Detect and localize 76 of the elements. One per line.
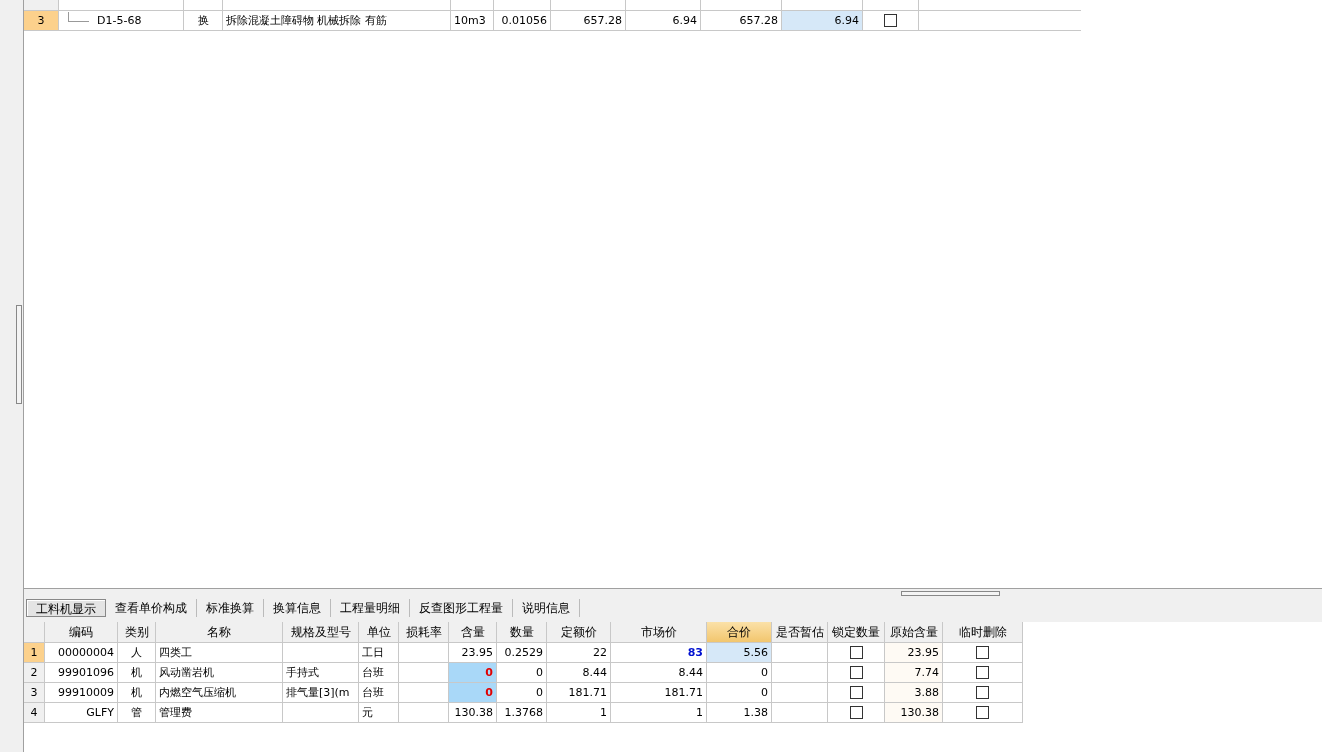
tab[interactable]: 工程量明细 xyxy=(331,599,410,617)
table-cell: 0 xyxy=(536,666,543,679)
row-number: 2 xyxy=(24,663,45,682)
table-cell: GLFY xyxy=(86,706,114,719)
table-cell: 1.38 xyxy=(743,706,768,719)
table-cell: 23.95 xyxy=(907,646,939,659)
table-cell: 1.3768 xyxy=(504,706,543,719)
row-number: 3 xyxy=(24,11,59,30)
checkbox[interactable] xyxy=(976,646,989,659)
table-cell: 人 xyxy=(131,645,142,660)
splitter-handle[interactable] xyxy=(901,591,1000,596)
table-cell: 10m3 xyxy=(454,14,486,27)
table-cell: 6.94 xyxy=(672,14,697,27)
table-cell: 3.88 xyxy=(914,686,939,699)
table-cell: 0 xyxy=(485,666,493,679)
table-cell: D1-5-68 xyxy=(97,14,142,27)
table-cell: 181.71 xyxy=(664,686,703,699)
checkbox[interactable] xyxy=(976,706,989,719)
table-cell: 6.94 xyxy=(834,14,859,27)
table-cell: 130.38 xyxy=(900,706,939,719)
table-cell: 0.2529 xyxy=(504,646,543,659)
table-cell: 换 xyxy=(197,13,209,28)
tree-line xyxy=(68,11,89,22)
checkbox[interactable] xyxy=(849,646,863,659)
table-cell: 22 xyxy=(593,646,607,659)
table-cell: 00000004 xyxy=(58,646,114,659)
tab[interactable]: 说明信息 xyxy=(513,599,580,617)
row-number: 3 xyxy=(24,683,45,702)
table-cell: 台班 xyxy=(362,665,384,680)
checkbox[interactable] xyxy=(884,14,897,27)
table-cell: 元 xyxy=(362,705,373,720)
table-cell: 机 xyxy=(131,685,142,700)
tab[interactable]: 反查图形工程量 xyxy=(410,599,513,617)
table-cell: 657.28 xyxy=(739,14,778,27)
table-cell: 657.28 xyxy=(583,14,622,27)
checkbox[interactable] xyxy=(849,706,863,719)
table-cell: 7.74 xyxy=(914,666,939,679)
table-cell: 99901096 xyxy=(58,666,114,679)
table-cell: 0 xyxy=(761,686,768,699)
tab[interactable]: 查看单价构成 xyxy=(106,599,197,617)
checkbox[interactable] xyxy=(849,686,863,699)
table-cell: 83 xyxy=(687,646,703,659)
table-cell: 管 xyxy=(131,705,142,720)
table-cell: 0 xyxy=(485,686,493,699)
table-cell: 拆除混凝土障碍物 机械拆除 有筋 xyxy=(226,13,387,28)
table-cell: 0.01056 xyxy=(501,14,547,27)
column-header[interactable]: 合价 xyxy=(707,622,772,642)
table-cell: 23.95 xyxy=(461,646,493,659)
table-cell: 机 xyxy=(131,665,142,680)
table-cell: 5.56 xyxy=(743,646,768,659)
table-cell: 130.38 xyxy=(454,706,493,719)
table-cell: 排气量[3](m xyxy=(286,685,350,700)
table-cell: 管理费 xyxy=(159,705,192,720)
tab[interactable]: 标准换算 xyxy=(197,599,264,617)
table-cell: 0 xyxy=(536,686,543,699)
tab[interactable]: 工料机显示 xyxy=(26,599,106,617)
table-cell: 1 xyxy=(696,706,703,719)
table-cell: 四类工 xyxy=(159,645,192,660)
checkbox[interactable] xyxy=(976,666,989,679)
table-cell: 8.44 xyxy=(678,666,703,679)
table-cell: 风动凿岩机 xyxy=(159,665,214,680)
table-cell: 0 xyxy=(761,666,768,679)
tab[interactable]: 换算信息 xyxy=(264,599,331,617)
checkbox[interactable] xyxy=(976,686,989,699)
row-number: 4 xyxy=(24,703,45,722)
table-cell: 181.71 xyxy=(568,686,607,699)
table-cell: 1 xyxy=(600,706,607,719)
splitter-handle[interactable] xyxy=(16,304,22,404)
table-cell: 99910009 xyxy=(58,686,114,699)
table-cell: 内燃空气压缩机 xyxy=(159,685,236,700)
table-cell: 工日 xyxy=(362,645,384,660)
table-cell: 8.44 xyxy=(582,666,607,679)
table-cell: 台班 xyxy=(362,685,384,700)
checkbox[interactable] xyxy=(849,666,863,679)
table-cell: 手持式 xyxy=(286,665,319,680)
row-number: 1 xyxy=(24,643,45,662)
